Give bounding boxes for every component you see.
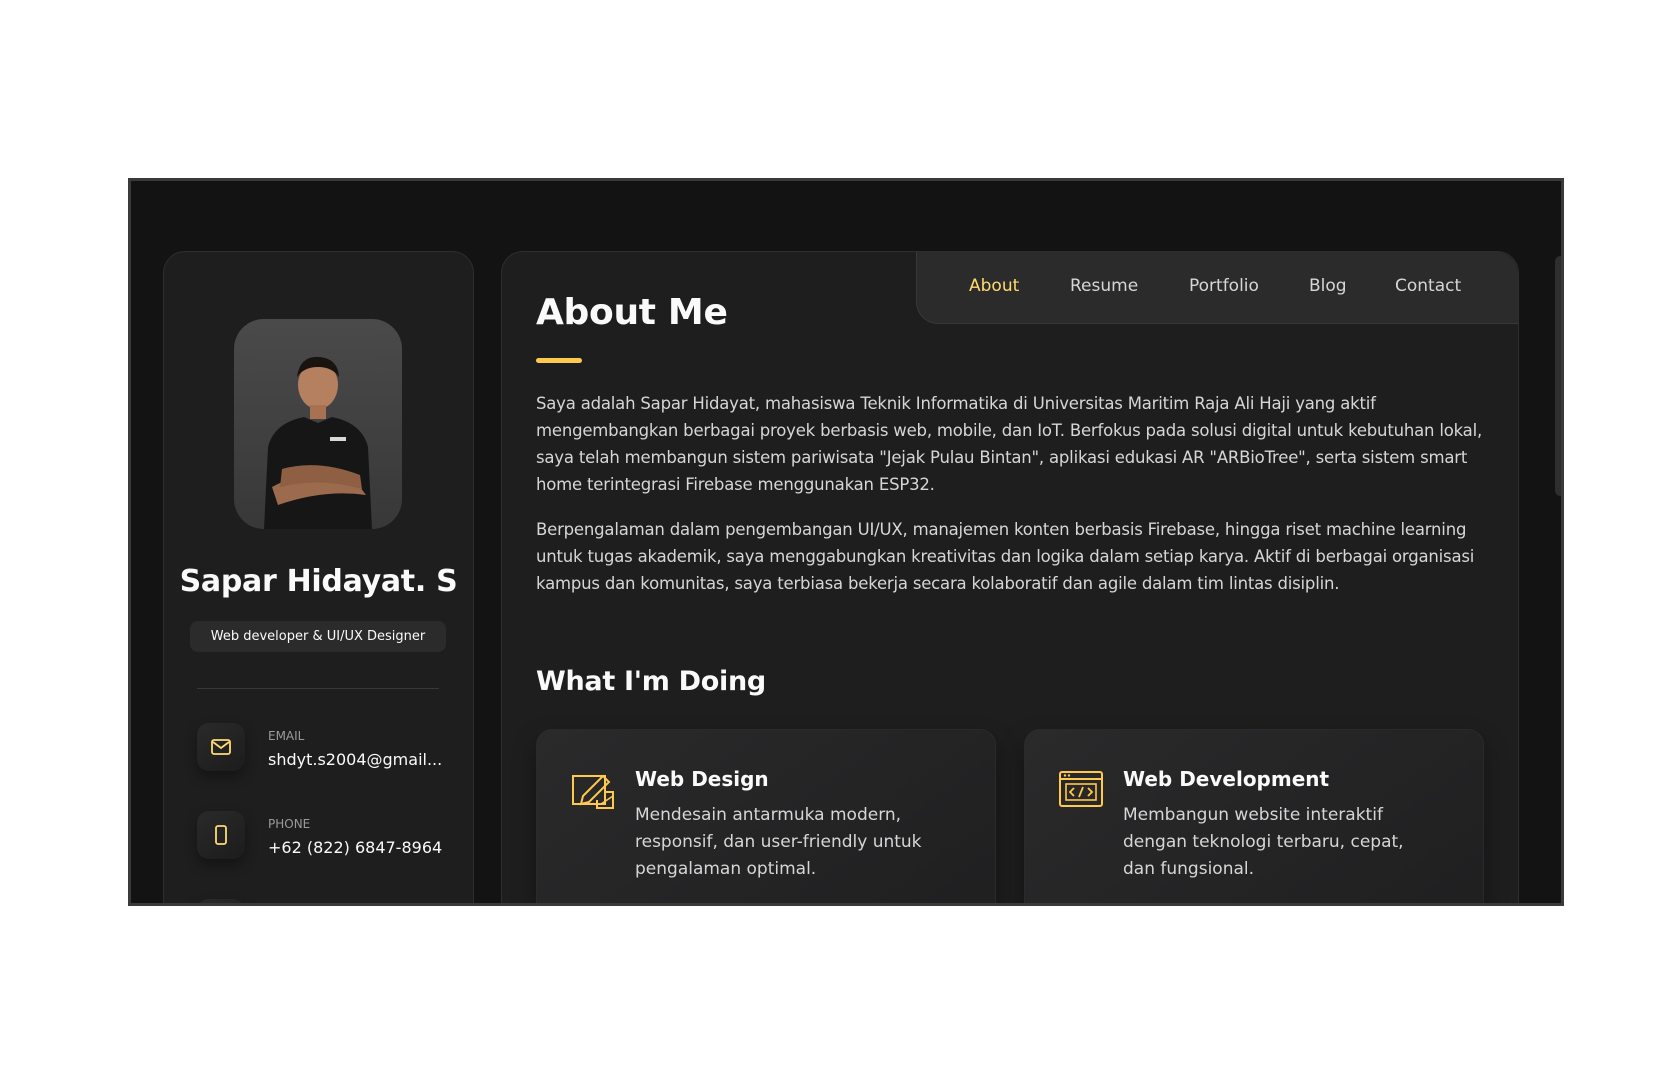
navbar: About Resume Portfolio Blog Contact — [916, 252, 1518, 324]
contact-email: Email shdyt.s2004@gmail... — [197, 723, 457, 775]
services-title: What I'm Doing — [536, 666, 766, 697]
code-icon — [1057, 766, 1105, 814]
about-paragraph-1: Saya adalah Sapar Hidayat, mahasiswa Tek… — [536, 394, 1483, 494]
profile-sidebar: Sapar Hidayat. S Web developer & UI/UX D… — [163, 251, 474, 903]
nav-contact[interactable]: Contact — [1395, 276, 1461, 296]
browser-frame: Sapar Hidayat. S Web developer & UI/UX D… — [128, 178, 1564, 906]
contact-next — [197, 899, 457, 903]
service-title: Web Design — [635, 767, 769, 791]
design-icon — [569, 766, 617, 814]
contact-email-link[interactable]: shdyt.s2004@gmail... — [268, 750, 442, 769]
service-text: Mendesain antarmuka modern, responsif, d… — [635, 805, 922, 879]
page-title: About Me — [536, 292, 728, 333]
service-text: Membangun website interaktif dengan tekn… — [1123, 805, 1404, 879]
mail-icon — [197, 723, 245, 771]
contact-email-label: Email — [268, 729, 305, 743]
contact-phone-label: Phone — [268, 817, 311, 831]
service-title: Web Development — [1123, 767, 1330, 791]
service-card-web-design: Web Design Mendesain antarmuka modern, r… — [536, 729, 996, 903]
service-card-web-development: Web Development Membangun website intera… — [1024, 729, 1484, 903]
profile-title-badge: Web developer & UI/UX Designer — [190, 621, 446, 652]
avatar-photo — [264, 356, 372, 529]
scrollbar[interactable] — [1555, 256, 1561, 496]
title-underline — [536, 358, 582, 363]
main-content: About Resume Portfolio Blog Contact Abou… — [501, 251, 1519, 903]
nav-portfolio[interactable]: Portfolio — [1189, 276, 1259, 296]
sidebar-separator — [197, 688, 439, 689]
nav-resume[interactable]: Resume — [1070, 276, 1138, 296]
about-paragraph-2: Berpengalaman dalam pengembangan UI/UX, … — [536, 520, 1475, 593]
nav-blog[interactable]: Blog — [1309, 276, 1347, 296]
phone-icon — [197, 811, 245, 859]
nav-about[interactable]: About — [969, 276, 1019, 296]
location-icon — [197, 899, 245, 903]
avatar — [234, 319, 402, 529]
profile-name: Sapar Hidayat. S — [179, 564, 458, 599]
contact-phone: Phone +62 (822) 6847-8964 — [197, 811, 457, 863]
contact-phone-link[interactable]: +62 (822) 6847-8964 — [268, 838, 442, 857]
